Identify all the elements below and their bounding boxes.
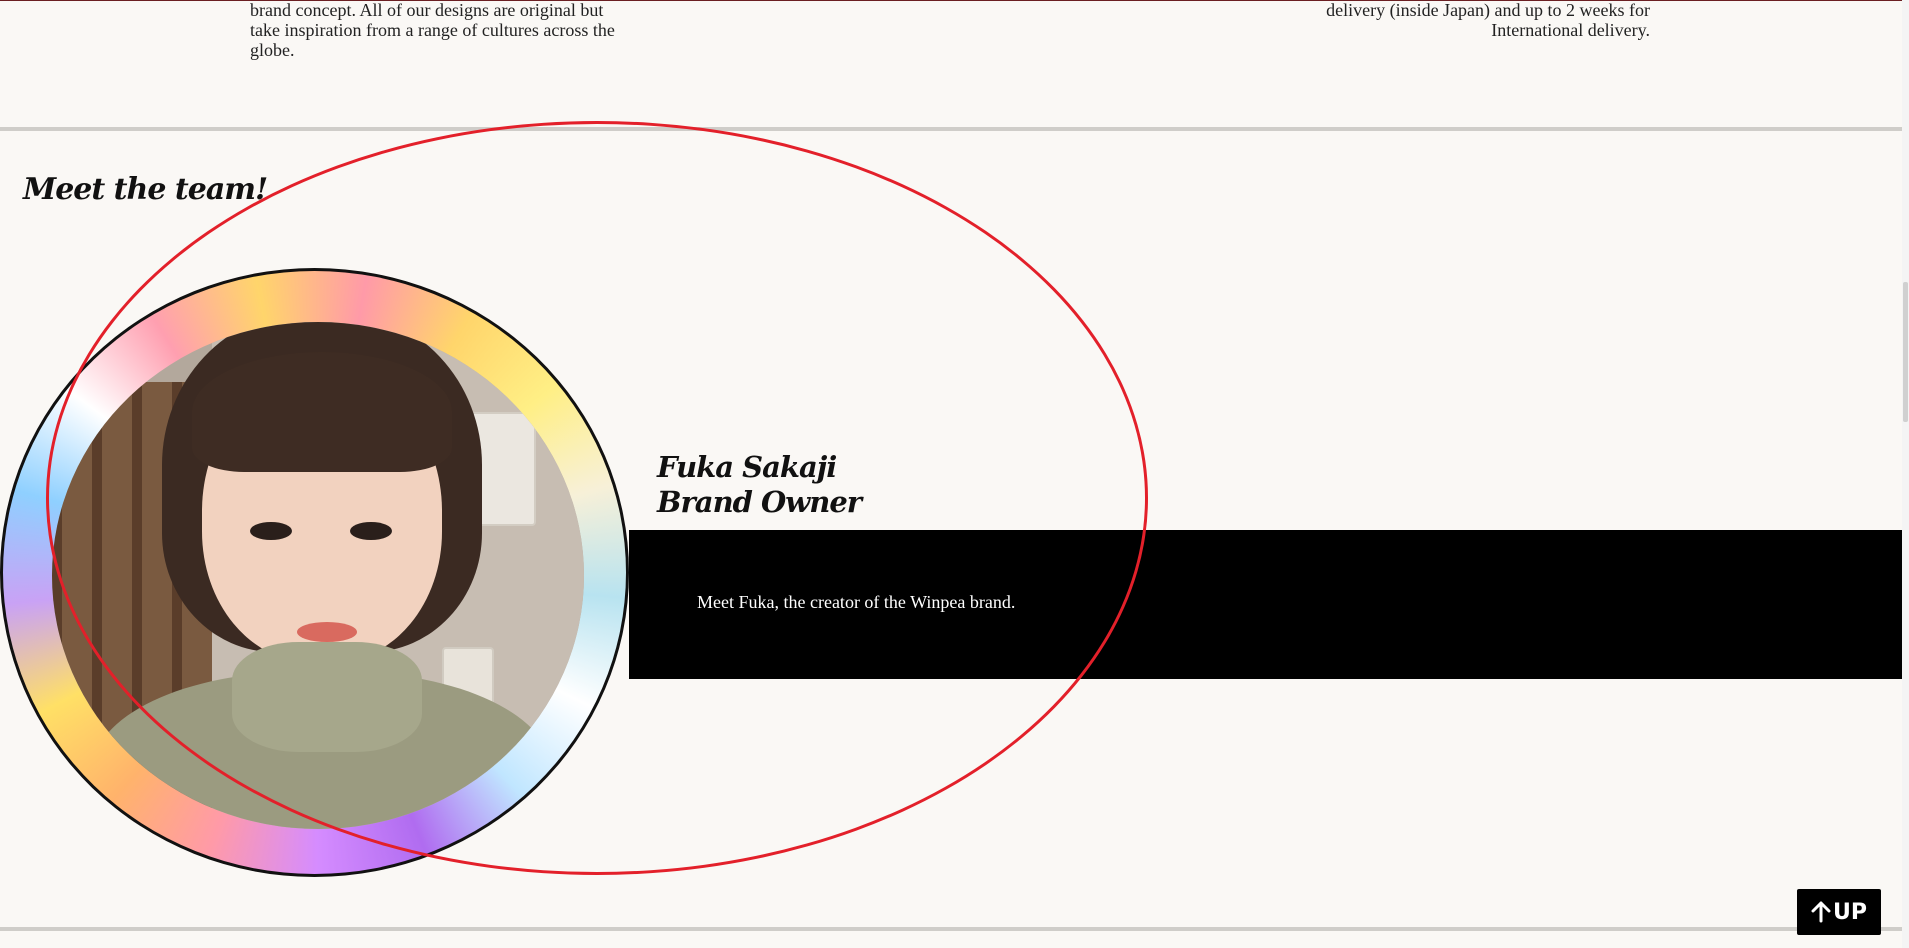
- team-member-photo-frame: [0, 268, 629, 877]
- photo-bangs: [192, 352, 452, 472]
- scroll-to-top-button[interactable]: UP: [1797, 889, 1881, 935]
- intro-text-left: brand concept. All of our designs are or…: [250, 0, 615, 60]
- team-member-bio: Meet Fuka, the creator of the Winpea bra…: [697, 592, 1016, 612]
- team-member-role: Brand Owner: [657, 485, 862, 519]
- arrow-up-icon: [1811, 901, 1831, 923]
- team-member-name: Fuka Sakaji: [657, 450, 837, 484]
- page-scrollbar-track[interactable]: [1902, 0, 1909, 948]
- page-scrollbar-thumb[interactable]: [1903, 282, 1908, 422]
- team-heading: Meet the team!: [23, 172, 268, 207]
- photo-eye-right: [350, 522, 392, 540]
- section-divider-top: [0, 127, 1902, 131]
- intro-text-right: delivery (inside Japan) and up to 2 week…: [1326, 0, 1650, 40]
- photo-lips: [297, 622, 357, 642]
- photo-turtleneck: [232, 642, 422, 752]
- team-member-photo: [52, 322, 584, 829]
- section-divider-bottom: [0, 927, 1902, 931]
- team-member-title: Fuka Sakaji Brand Owner: [657, 450, 862, 520]
- photo-eye-left: [250, 522, 292, 540]
- scroll-to-top-label: UP: [1833, 899, 1867, 925]
